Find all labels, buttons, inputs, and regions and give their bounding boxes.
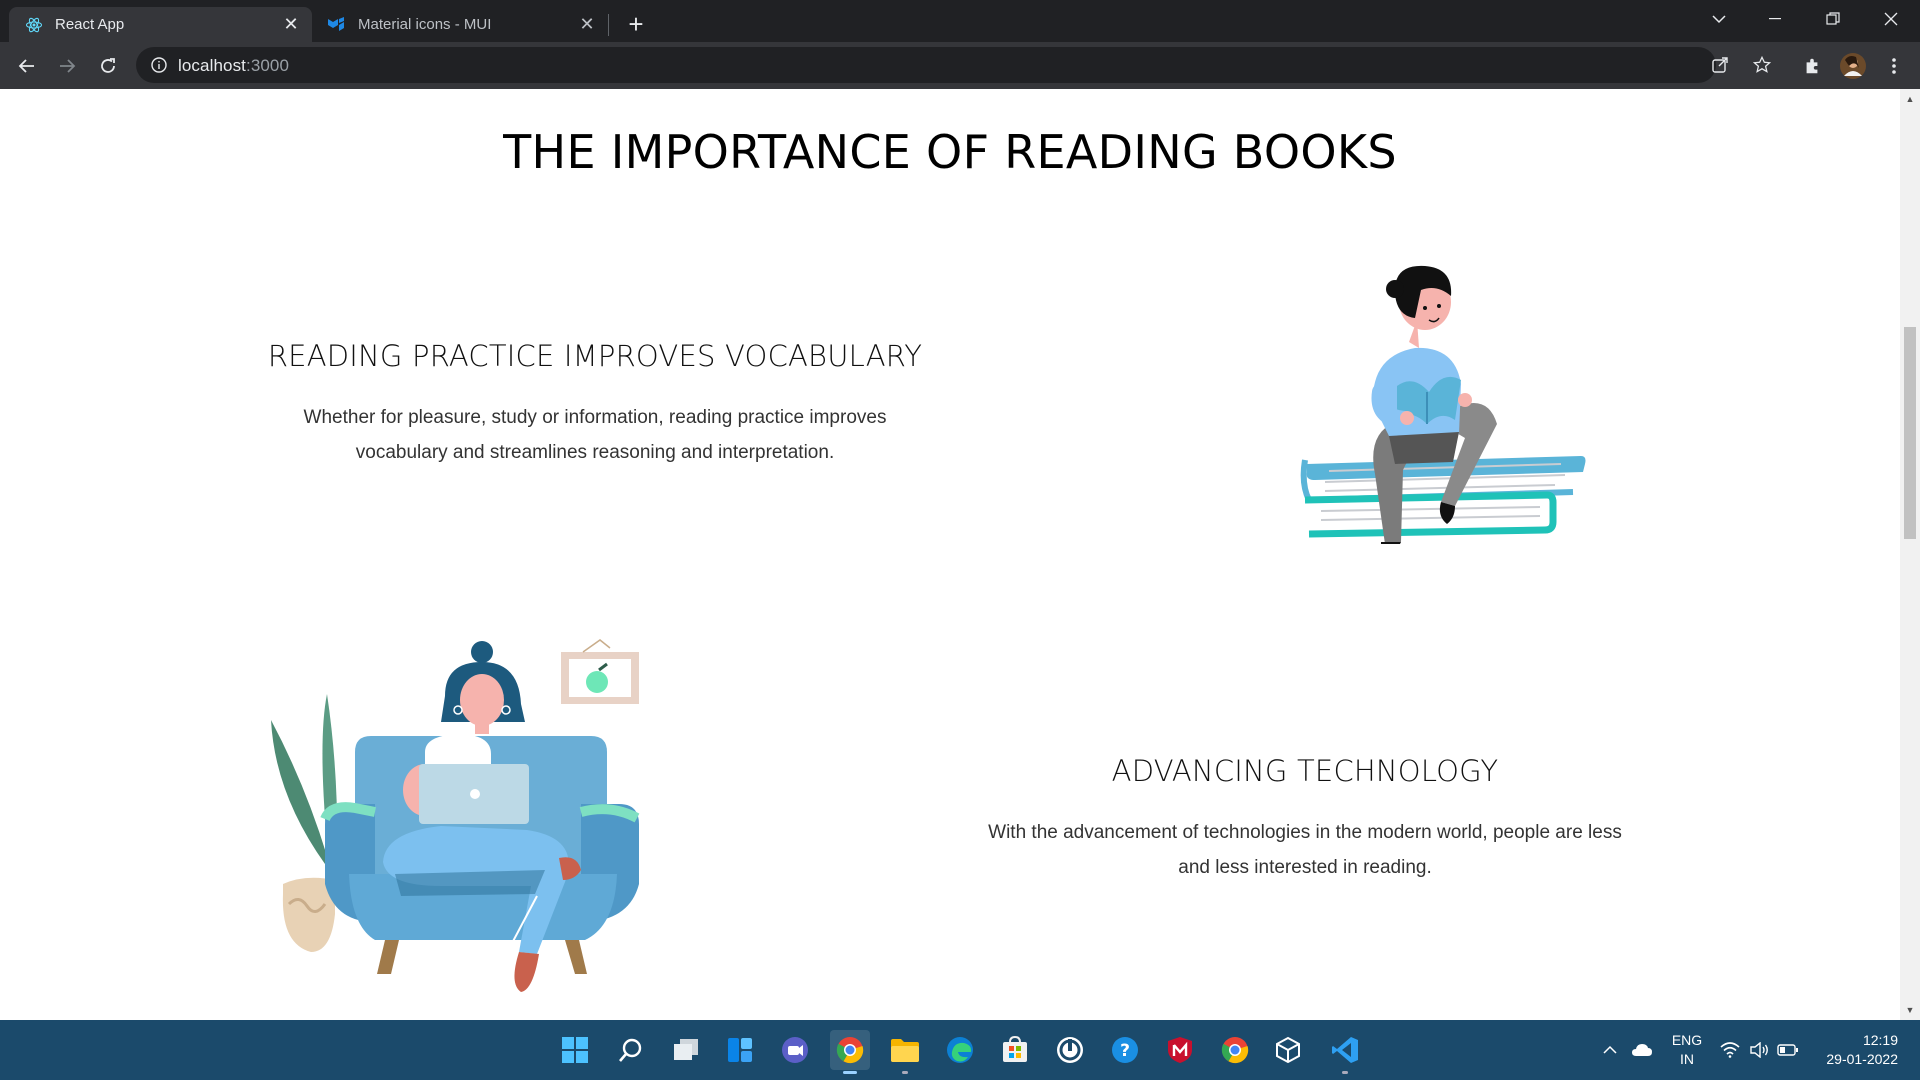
teams-chat-icon[interactable] (775, 1030, 815, 1070)
close-tab-icon[interactable]: ✕ (280, 14, 302, 36)
react-icon (25, 16, 43, 34)
chrome-icon[interactable] (830, 1030, 870, 1074)
battery-icon[interactable] (1774, 1030, 1802, 1070)
svg-text:?: ? (1120, 1041, 1130, 1061)
scroll-thumb[interactable] (1904, 327, 1916, 539)
back-icon[interactable] (11, 50, 43, 82)
close-tab-icon[interactable]: ✕ (576, 14, 598, 36)
tab-divider (608, 14, 609, 36)
scroll-up-arrow[interactable]: ▲ (1900, 91, 1920, 107)
extensions-icon[interactable] (1798, 52, 1826, 80)
mui-icon (328, 16, 346, 34)
onedrive-icon[interactable] (1626, 1030, 1658, 1070)
reload-icon[interactable] (92, 50, 124, 82)
url-text[interactable]: localhost:3000 (178, 56, 289, 76)
show-hidden-icons-icon[interactable] (1596, 1030, 1624, 1070)
man-reading-illustration (1300, 265, 1586, 544)
task-view-icon[interactable] (666, 1030, 706, 1070)
section-text-vocabulary: Whether for pleasure, study or informati… (303, 407, 887, 463)
windows-taskbar: ? ENG IN 12:19 29-01-2022 (0, 1020, 1920, 1080)
page-title: THE IMPORTANCE OF READING BOOKS (503, 125, 1397, 179)
start-icon[interactable] (555, 1030, 595, 1070)
system-clock[interactable]: 12:19 29-01-2022 (1826, 1031, 1898, 1069)
tab-material-icons[interactable]: Material icons - MUI ✕ (312, 7, 608, 42)
help-icon[interactable]: ? (1105, 1030, 1145, 1070)
restore-icon[interactable] (1810, 0, 1856, 38)
store-icon[interactable] (995, 1030, 1035, 1070)
page-scrollbar[interactable]: ▲ ▼ (1900, 89, 1920, 1020)
section-heading-vocabulary: READING PRACTICE IMPROVES VOCABULARY (267, 339, 923, 373)
tab-search-icon[interactable] (1696, 0, 1742, 38)
site-info-icon[interactable] (150, 56, 168, 74)
tab-react-app[interactable]: React App ✕ (9, 7, 312, 42)
bookmark-star-icon[interactable] (1748, 51, 1776, 79)
running-indicator (902, 1071, 908, 1074)
tab-strip: React App ✕ Material icons - MUI ✕ + (0, 0, 1920, 42)
new-tab-button[interactable]: + (622, 9, 650, 39)
running-indicator (1342, 1071, 1348, 1074)
browser-toolbar: localhost:3000 (0, 42, 1920, 89)
vscode-icon[interactable] (1325, 1030, 1365, 1074)
volume-icon[interactable] (1746, 1030, 1774, 1070)
menu-icon[interactable] (1880, 52, 1908, 80)
share-icon[interactable] (1706, 51, 1734, 79)
chrome-alt-icon[interactable] (1215, 1030, 1255, 1070)
app-icon[interactable] (1050, 1030, 1090, 1070)
section-text-technology: With the advancement of technologies in … (988, 822, 1622, 878)
virtualbox-icon[interactable] (1268, 1030, 1308, 1070)
wifi-icon[interactable] (1716, 1030, 1744, 1070)
edge-icon[interactable] (940, 1030, 980, 1070)
forward-icon[interactable] (51, 50, 83, 82)
tab-title: React App (55, 16, 125, 33)
avatar[interactable] (1839, 52, 1867, 80)
minimize-icon[interactable] (1752, 0, 1798, 38)
close-window-icon[interactable] (1868, 0, 1914, 38)
active-indicator (843, 1071, 857, 1074)
scroll-down-arrow[interactable]: ▼ (1900, 1002, 1920, 1018)
widgets-icon[interactable] (720, 1030, 760, 1070)
mcafee-icon[interactable] (1160, 1030, 1200, 1070)
address-bar[interactable]: localhost:3000 (136, 47, 1771, 83)
input-language[interactable]: ENG IN (1670, 1031, 1704, 1069)
file-explorer-icon[interactable] (885, 1030, 925, 1074)
web-page: THE IMPORTANCE OF READING BOOKS READING … (0, 89, 1900, 1020)
tab-title: Material icons - MUI (358, 16, 492, 33)
woman-laptop-illustration (271, 639, 640, 992)
search-icon[interactable] (611, 1030, 651, 1070)
section-heading-technology: ADVANCING TECHNOLOGY (1111, 754, 1499, 788)
